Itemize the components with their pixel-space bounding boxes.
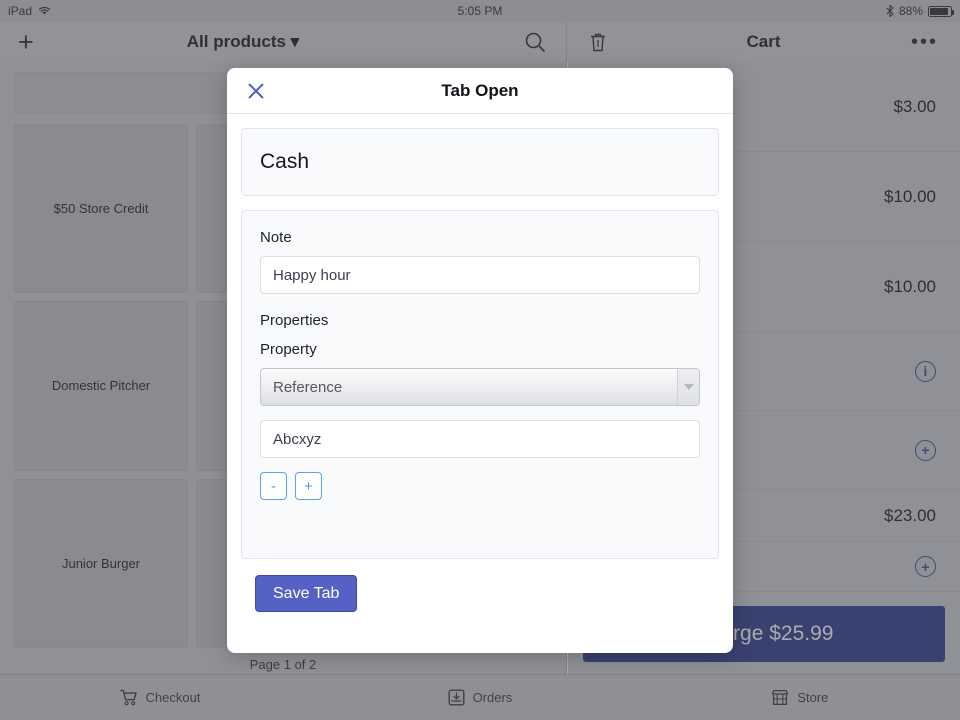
cart-item-amount: $10.00 xyxy=(884,186,936,206)
category-selector[interactable]: All products ▾ xyxy=(0,32,486,52)
dialog-header: Tab Open xyxy=(227,68,733,114)
plus-circle-icon[interactable]: + xyxy=(915,439,936,461)
battery-percent-label: 88% xyxy=(898,4,923,18)
chevron-down-icon: ▾ xyxy=(290,32,300,51)
plus-circle-icon[interactable]: + xyxy=(915,556,936,577)
storefront-icon xyxy=(772,689,789,706)
note-label: Note xyxy=(260,229,292,246)
properties-label: Properties xyxy=(260,312,329,329)
property-select[interactable]: Reference xyxy=(260,368,700,406)
bluetooth-icon xyxy=(886,5,894,17)
inbox-download-icon xyxy=(448,689,465,706)
tab-checkout[interactable]: Checkout xyxy=(0,689,320,706)
tab-orders[interactable]: Orders xyxy=(320,689,640,706)
remove-property-button[interactable]: - xyxy=(260,472,287,500)
ellipsis-icon[interactable]: ••• xyxy=(911,32,938,52)
add-property-button[interactable]: + xyxy=(295,472,322,500)
battery-icon xyxy=(928,5,954,17)
tab-orders-label: Orders xyxy=(472,690,513,705)
close-icon[interactable] xyxy=(245,80,267,102)
bottom-tab-bar: Checkout Orders Store xyxy=(0,674,960,720)
product-tile[interactable]: Domestic Pitcher xyxy=(14,301,188,471)
navigation-bar-right: Cart ••• xyxy=(567,22,960,62)
screen: iPad 5:05 PM 88% + All products ▾ Cart •… xyxy=(0,0,960,720)
ios-status-bar: iPad 5:05 PM 88% xyxy=(0,0,960,22)
tab-checkout-label: Checkout xyxy=(145,690,201,705)
payment-method-label: Cash xyxy=(260,150,310,173)
cart-item-amount: $3.00 xyxy=(893,96,936,116)
navigation-bar: + All products ▾ Cart ••• xyxy=(0,22,960,62)
tab-store[interactable]: Store xyxy=(640,689,960,706)
property-label: Property xyxy=(260,341,317,358)
shopping-cart-icon xyxy=(119,689,137,706)
property-stepper: - + xyxy=(260,472,700,500)
product-tile[interactable]: Junior Burger xyxy=(14,478,188,648)
status-bar-right: 88% xyxy=(886,4,954,18)
property-select-value: Reference xyxy=(273,378,343,396)
cart-title-label: Cart xyxy=(746,32,781,51)
category-title-label: All products xyxy=(186,32,286,51)
save-tab-button[interactable]: Save Tab xyxy=(255,575,358,612)
tab-form-panel: Note Properties Property Reference - + xyxy=(241,210,719,559)
payment-method-panel[interactable]: Cash xyxy=(241,128,719,196)
tab-store-label: Store xyxy=(797,690,829,705)
note-input[interactable] xyxy=(260,256,700,294)
navigation-bar-left: + All products ▾ xyxy=(0,22,567,62)
product-tile[interactable]: $50 Store Credit xyxy=(14,124,188,294)
info-icon[interactable]: i xyxy=(915,360,936,382)
page-indicator-label: Page 1 of 2 xyxy=(249,657,317,672)
clock-label: 5:05 PM xyxy=(457,4,503,18)
tab-open-dialog: Tab Open Cash Note Properties Property R… xyxy=(227,68,733,653)
property-value-input[interactable] xyxy=(260,420,700,458)
cart-item-amount: $10.00 xyxy=(884,276,936,296)
search-icon[interactable] xyxy=(524,31,546,53)
dialog-title: Tab Open xyxy=(441,80,519,100)
dialog-body: Cash Note Properties Property Reference … xyxy=(227,114,733,612)
chevron-down-icon[interactable] xyxy=(677,369,699,405)
